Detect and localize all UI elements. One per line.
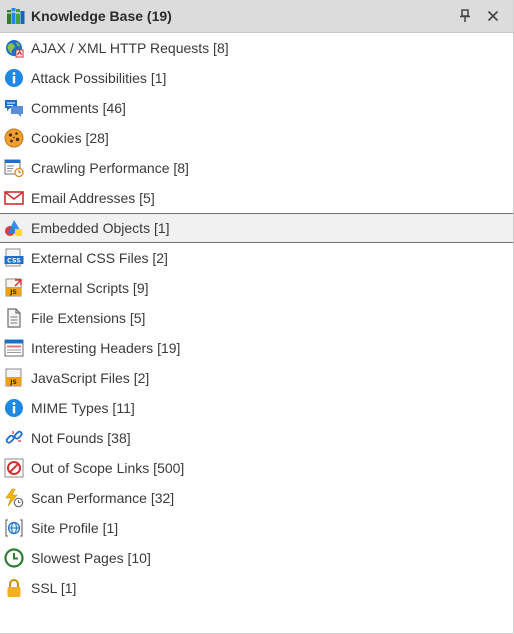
info-icon — [3, 397, 25, 419]
list-item-external-scripts[interactable]: JS External Scripts [9] — [0, 273, 513, 303]
pin-icon[interactable] — [451, 3, 479, 29]
list-item-label: Not Founds [38] — [31, 430, 131, 446]
scan-performance-icon — [3, 487, 25, 509]
comments-icon — [3, 97, 25, 119]
svg-text:JS: JS — [9, 379, 17, 386]
embedded-objects-icon — [3, 217, 25, 239]
headers-icon — [3, 337, 25, 359]
list-item-javascript-files[interactable]: JS JavaScript Files [2] — [0, 363, 513, 393]
cookie-icon — [3, 127, 25, 149]
list-item-label: External CSS Files [2] — [31, 250, 168, 266]
list-item-file-extensions[interactable]: File Extensions [5] — [0, 303, 513, 333]
list-item-cookies[interactable]: Cookies [28] — [0, 123, 513, 153]
list-item-external-css-files[interactable]: CSS External CSS Files [2] — [0, 243, 513, 273]
list-item-comments[interactable]: Comments [46] — [0, 93, 513, 123]
list-item-ssl[interactable]: SSL [1] — [0, 573, 513, 603]
list-item-label: File Extensions [5] — [31, 310, 146, 326]
panel-title: Knowledge Base (19) — [31, 8, 172, 24]
list-item-embedded-objects[interactable]: Embedded Objects [1] — [0, 213, 513, 243]
js-file-icon: JS — [3, 367, 25, 389]
list-item-label: SSL [1] — [31, 580, 77, 596]
list-item-ajax[interactable]: AJAX / XML HTTP Requests [8] — [0, 33, 513, 63]
list-item-label: Out of Scope Links [500] — [31, 460, 185, 476]
list-item-label: JavaScript Files [2] — [31, 370, 150, 386]
list-item-slowest-pages[interactable]: Slowest Pages [10] — [0, 543, 513, 573]
knowledge-base-list: AJAX / XML HTTP Requests [8] Attack Poss… — [0, 33, 513, 603]
svg-text:JS: JS — [9, 289, 17, 296]
external-script-icon: JS — [3, 277, 25, 299]
clock-icon — [3, 547, 25, 569]
close-icon[interactable] — [479, 3, 507, 29]
list-item-label: Attack Possibilities [1] — [31, 70, 167, 86]
knowledge-base-books-icon — [6, 6, 26, 26]
list-item-label: Scan Performance [32] — [31, 490, 175, 506]
email-icon — [3, 187, 25, 209]
list-item-label: MIME Types [11] — [31, 400, 135, 416]
out-of-scope-icon — [3, 457, 25, 479]
lock-icon — [3, 577, 25, 599]
crawling-performance-icon — [3, 157, 25, 179]
list-item-label: External Scripts [9] — [31, 280, 149, 296]
list-item-label: AJAX / XML HTTP Requests [8] — [31, 40, 229, 56]
list-item-label: Crawling Performance [8] — [31, 160, 189, 176]
list-item-label: Cookies [28] — [31, 130, 109, 146]
list-item-label: Comments [46] — [31, 100, 126, 116]
list-item-label: Embedded Objects [1] — [31, 220, 170, 236]
site-profile-icon — [3, 517, 25, 539]
list-item-scan-performance[interactable]: Scan Performance [32] — [0, 483, 513, 513]
list-item-label: Site Profile [1] — [31, 520, 119, 536]
svg-text:CSS: CSS — [7, 257, 21, 265]
broken-link-icon — [3, 427, 25, 449]
list-item-crawling-performance[interactable]: Crawling Performance [8] — [0, 153, 513, 183]
list-item-label: Email Addresses [5] — [31, 190, 155, 206]
knowledge-base-panel: Knowledge Base (19) AJAX / XML HTTP Requ… — [0, 0, 514, 634]
list-item-not-founds[interactable]: Not Founds [38] — [0, 423, 513, 453]
list-item-attack-possibilities[interactable]: Attack Possibilities [1] — [0, 63, 513, 93]
ajax-globe-icon — [3, 37, 25, 59]
css-file-icon: CSS — [3, 247, 25, 269]
list-item-label: Interesting Headers [19] — [31, 340, 181, 356]
list-item-mime-types[interactable]: MIME Types [11] — [0, 393, 513, 423]
panel-titlebar: Knowledge Base (19) — [0, 0, 513, 33]
list-item-interesting-headers[interactable]: Interesting Headers [19] — [0, 333, 513, 363]
file-icon — [3, 307, 25, 329]
info-icon — [3, 67, 25, 89]
list-item-label: Slowest Pages [10] — [31, 550, 151, 566]
list-item-email-addresses[interactable]: Email Addresses [5] — [0, 183, 513, 213]
list-item-out-of-scope-links[interactable]: Out of Scope Links [500] — [0, 453, 513, 483]
list-item-site-profile[interactable]: Site Profile [1] — [0, 513, 513, 543]
